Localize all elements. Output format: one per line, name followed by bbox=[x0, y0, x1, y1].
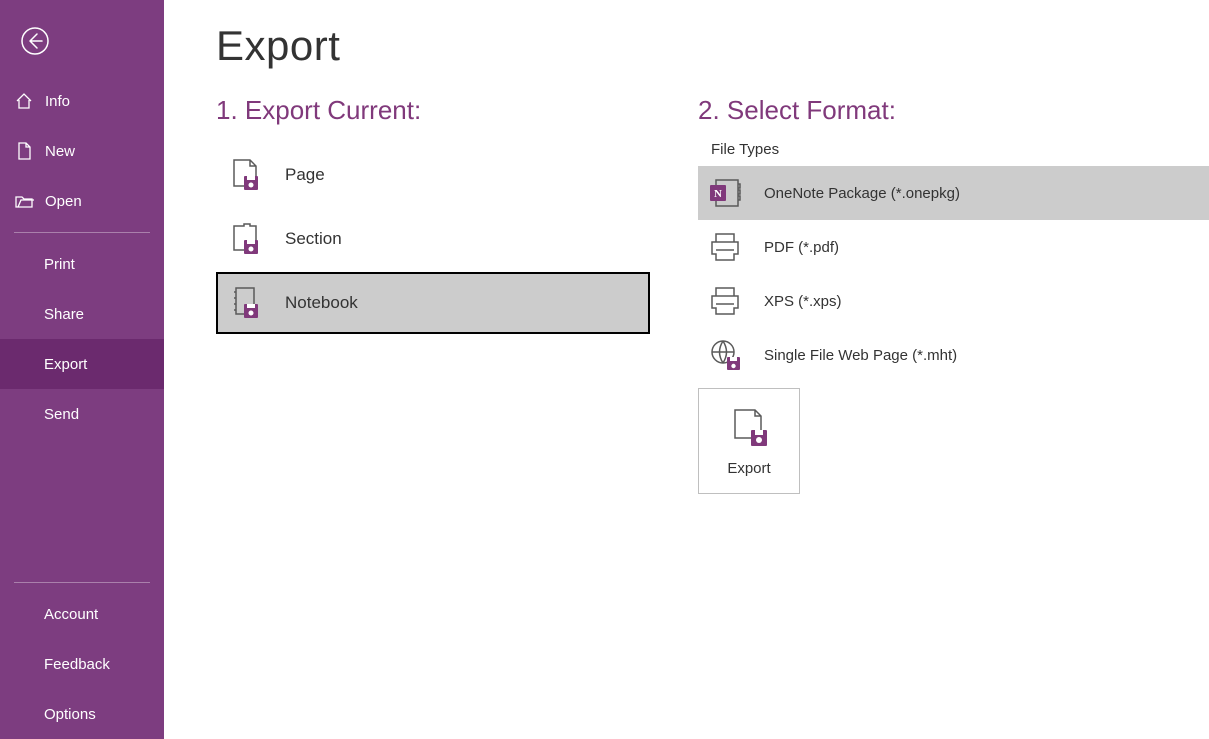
nav-label: New bbox=[45, 143, 75, 160]
folder-open-icon bbox=[13, 190, 35, 212]
printer-icon bbox=[708, 230, 742, 264]
webpage-save-icon bbox=[708, 338, 742, 372]
format-xps[interactable]: XPS (*.xps) bbox=[698, 274, 1209, 328]
nav-options[interactable]: Options bbox=[0, 689, 164, 739]
format-pdf[interactable]: PDF (*.pdf) bbox=[698, 220, 1209, 274]
page-save-icon bbox=[229, 159, 261, 191]
step2-heading: 2. Select Format: bbox=[698, 95, 1209, 126]
format-label: XPS (*.xps) bbox=[764, 293, 842, 310]
nav-divider bbox=[14, 582, 150, 583]
nav-new[interactable]: New bbox=[0, 126, 164, 176]
back-arrow-icon bbox=[20, 26, 50, 56]
nav-label: Options bbox=[44, 706, 96, 723]
scope-page[interactable]: Page bbox=[216, 144, 650, 206]
nav-share[interactable]: Share bbox=[0, 289, 164, 339]
nav-info[interactable]: Info bbox=[0, 76, 164, 126]
format-mht[interactable]: Single File Web Page (*.mht) bbox=[698, 328, 1209, 382]
home-icon bbox=[13, 90, 35, 112]
nav-feedback[interactable]: Feedback bbox=[0, 639, 164, 689]
format-onenote-package[interactable]: N OneNote Package (*.onepkg) bbox=[698, 166, 1209, 220]
nav-print[interactable]: Print bbox=[0, 239, 164, 289]
main-content: Export 1. Export Current: Page bbox=[164, 0, 1209, 739]
step1-heading: 1. Export Current: bbox=[216, 95, 698, 126]
nav-label: Account bbox=[44, 606, 98, 623]
format-label: Single File Web Page (*.mht) bbox=[764, 347, 957, 364]
file-types-header: File Types bbox=[698, 132, 1209, 166]
select-format-column: 2. Select Format: File Types N OneNote P… bbox=[698, 95, 1209, 739]
file-types-list: N OneNote Package (*.onepkg) PDF (*.pdf) bbox=[698, 166, 1209, 382]
svg-text:N: N bbox=[714, 188, 722, 200]
scope-label: Notebook bbox=[285, 293, 358, 313]
back-button[interactable] bbox=[10, 16, 60, 66]
nav-divider bbox=[14, 232, 150, 233]
page-title: Export bbox=[216, 22, 1209, 70]
document-icon bbox=[13, 140, 35, 162]
nav-label: Print bbox=[44, 256, 75, 273]
section-save-icon bbox=[229, 223, 261, 255]
nav-account[interactable]: Account bbox=[0, 589, 164, 639]
scope-label: Page bbox=[285, 165, 325, 185]
backstage-sidebar: Info New Open Print Share Export Send Ac… bbox=[0, 0, 164, 739]
nav-send[interactable]: Send bbox=[0, 389, 164, 439]
nav-label: Export bbox=[44, 356, 87, 373]
nav-label: Info bbox=[45, 93, 70, 110]
nav-label: Open bbox=[45, 193, 82, 210]
onenote-package-icon: N bbox=[708, 176, 742, 210]
notebook-save-icon bbox=[229, 287, 261, 319]
nav-label: Feedback bbox=[44, 656, 110, 673]
nav-open[interactable]: Open bbox=[0, 176, 164, 226]
export-button[interactable]: Export bbox=[698, 388, 800, 494]
export-button-label: Export bbox=[727, 460, 770, 477]
scope-label: Section bbox=[285, 229, 342, 249]
scope-notebook[interactable]: Notebook bbox=[216, 272, 650, 334]
printer-icon bbox=[708, 284, 742, 318]
format-label: PDF (*.pdf) bbox=[764, 239, 839, 256]
export-current-column: 1. Export Current: Page bbox=[164, 95, 698, 739]
nav-label: Send bbox=[44, 406, 79, 423]
format-label: OneNote Package (*.onepkg) bbox=[764, 185, 960, 202]
nav-export[interactable]: Export bbox=[0, 339, 164, 389]
export-save-icon bbox=[729, 406, 769, 446]
nav-label: Share bbox=[44, 306, 84, 323]
scope-section[interactable]: Section bbox=[216, 208, 650, 270]
